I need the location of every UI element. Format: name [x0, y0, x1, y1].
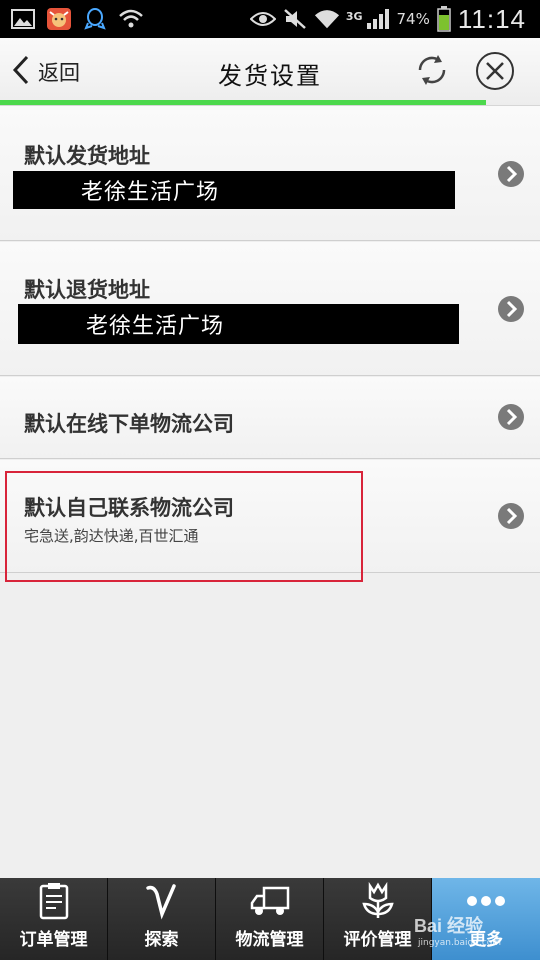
row-title: 默认发货地址 [24, 144, 150, 168]
row-title: 默认自己联系物流公司 [24, 496, 234, 520]
eye-icon [249, 7, 276, 31]
close-icon [476, 52, 514, 90]
cow-app-icon [46, 7, 72, 31]
flower-icon [358, 881, 398, 921]
address-text: 老徐生活广场 [81, 180, 220, 205]
tab-label: 订单管理 [19, 930, 88, 950]
status-bar: 3G 74% 11:14 [0, 0, 540, 38]
address-value: 老徐生活广场 [13, 171, 455, 209]
signal-icon [365, 7, 391, 31]
clipboard-icon [34, 881, 74, 921]
address-text: 老徐生活广场 [86, 314, 225, 339]
row-title: 默认在线下单物流公司 [24, 412, 234, 436]
truck-icon [250, 881, 290, 921]
chevron-right-icon [498, 404, 524, 430]
tab-logistics-management[interactable]: 物流管理 [216, 878, 324, 960]
tab-label: 探索 [144, 930, 179, 950]
row-default-ship-address[interactable]: 默认发货地址 老徐生活广场 [0, 106, 540, 241]
qq-icon [82, 7, 108, 31]
tab-label: 物流管理 [235, 930, 304, 950]
mute-icon [282, 7, 308, 31]
gallery-icon [10, 7, 36, 31]
tab-more[interactable]: 更多 [432, 878, 540, 960]
refresh-button[interactable] [412, 50, 452, 90]
row-default-return-address[interactable]: 默认退货地址 老徐生活广场 [0, 242, 540, 376]
wifi-question-icon [118, 7, 144, 31]
row-online-logistics[interactable]: 默认在线下单物流公司 [0, 377, 540, 459]
tab-label: 评价管理 [343, 930, 412, 950]
clock: 11:14 [457, 3, 526, 34]
battery-percent: 74% [396, 10, 430, 28]
row-self-contact-logistics[interactable]: 默认自己联系物流公司 宅急送,韵达快递,百世汇通 [0, 460, 540, 573]
page-title: 发货设置 [218, 62, 322, 90]
wifi-icon [314, 7, 340, 31]
network-type: 3G [345, 9, 363, 23]
header-bar: 返回 发货设置 [0, 38, 540, 106]
bottom-nav: 订单管理 探索 物流管理 评价管理 更多 [0, 878, 540, 960]
page-load-progress [0, 100, 540, 105]
row-title: 默认退货地址 [24, 278, 150, 302]
tab-explore[interactable]: 探索 [108, 878, 216, 960]
chevron-right-icon [498, 503, 524, 529]
chevron-right-icon [498, 296, 524, 322]
close-button[interactable] [474, 50, 516, 92]
refresh-icon [418, 55, 446, 85]
battery-icon [436, 6, 452, 32]
progress-fill [0, 100, 486, 105]
tab-label: 更多 [469, 930, 503, 950]
tab-order-management[interactable]: 订单管理 [0, 878, 108, 960]
v-explore-icon [142, 881, 182, 921]
logistics-companies: 宅急送,韵达快递,百世汇通 [24, 527, 199, 545]
tab-review-management[interactable]: 评价管理 [324, 878, 432, 960]
more-dots-icon [466, 881, 506, 921]
chevron-right-icon [498, 161, 524, 187]
address-value: 老徐生活广场 [18, 304, 459, 344]
